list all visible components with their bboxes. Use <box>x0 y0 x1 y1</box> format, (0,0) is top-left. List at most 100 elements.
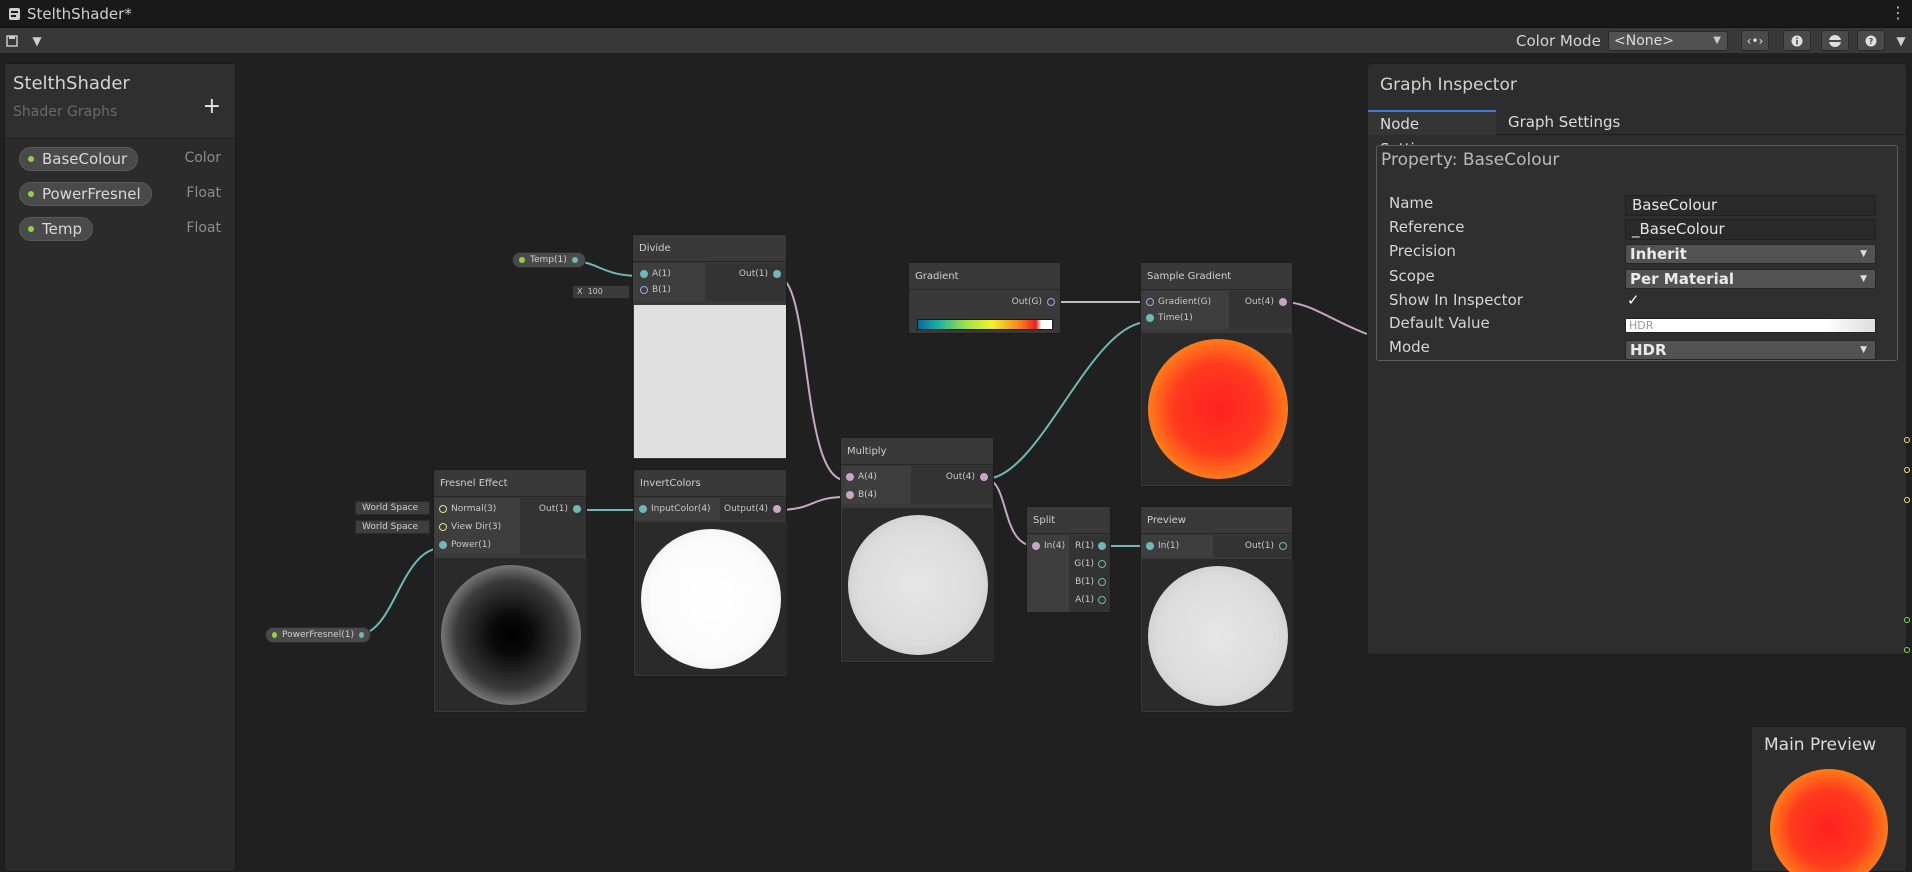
port-icon[interactable] <box>439 505 447 513</box>
port-icon[interactable] <box>439 541 447 549</box>
main-preview-title: Main Preview <box>1764 735 1877 755</box>
default-value-color-field[interactable]: HDR <box>1625 318 1876 333</box>
port-icon[interactable] <box>846 473 854 481</box>
node-preview <box>635 522 787 675</box>
port-icon[interactable] <box>1904 497 1910 503</box>
node-inputs: Normal(3) View Dir(3) Power(1) <box>434 498 520 554</box>
master-stack-edge <box>1902 410 1912 670</box>
property-name: BaseColour <box>42 150 128 168</box>
node-inputs: Gradient(G) Time(1) <box>1141 291 1229 329</box>
preview-node[interactable]: Preview In(1) Out(1) <box>1140 506 1293 713</box>
fresnel-effect-node[interactable]: Fresnel Effect Normal(3) View Dir(3) Pow… <box>433 469 587 713</box>
port-icon[interactable] <box>1904 647 1910 653</box>
temp-property-node[interactable]: Temp(1) <box>512 252 586 268</box>
blackboard-property-row[interactable]: PowerFresnel Float <box>17 180 221 208</box>
precision-label: Precision <box>1389 242 1456 260</box>
port-label: Out(1) <box>1244 541 1274 551</box>
port-icon[interactable] <box>640 286 648 294</box>
precision-value: Inherit <box>1630 245 1687 263</box>
port-icon[interactable] <box>1904 437 1910 443</box>
main-preview-sphere[interactable] <box>1770 769 1888 872</box>
powerfresnel-chip-label: PowerFresnel(1) <box>282 630 354 640</box>
port-label: G(1) <box>1074 559 1094 569</box>
port-icon[interactable] <box>1146 298 1154 306</box>
reference-field[interactable]: _BaseColour <box>1625 219 1876 240</box>
inspector-title: Graph Inspector <box>1380 75 1517 95</box>
port-label: B(1) <box>1075 577 1094 587</box>
blackboard-property-row[interactable]: Temp Float <box>17 215 221 243</box>
invert-colors-node[interactable]: InvertColors InputColor(4) Output(4) <box>633 469 787 677</box>
port-label: View Dir(3) <box>451 522 502 532</box>
world-space-dropdown[interactable]: World Space <box>355 520 430 534</box>
sample-gradient-node[interactable]: Sample Gradient Gradient(G) Time(1) Out(… <box>1140 262 1293 487</box>
show-in-inspector-checkbox[interactable]: ✓ <box>1627 291 1640 309</box>
output-port-icon <box>358 632 364 638</box>
port-icon[interactable] <box>1279 542 1287 550</box>
property-pill[interactable]: PowerFresnel <box>19 182 152 206</box>
port-icon[interactable] <box>1032 542 1040 550</box>
sphere-preview <box>848 515 988 655</box>
output-port-icon <box>571 257 578 263</box>
property-pill[interactable]: BaseColour <box>19 147 139 171</box>
node-inputs: InputColor(4) <box>634 498 720 520</box>
precision-dropdown[interactable]: Inherit ▼ <box>1625 244 1876 264</box>
port-icon[interactable] <box>846 491 854 499</box>
tab-node-settings[interactable]: Node Settings <box>1368 110 1496 158</box>
divide-b-input-field[interactable]: X 100 <box>572 285 630 299</box>
port-label: A(4) <box>858 472 877 482</box>
port-icon[interactable] <box>1098 596 1106 604</box>
port-icon[interactable] <box>1098 560 1106 568</box>
blackboard-property-row[interactable]: BaseColour Color <box>17 145 221 173</box>
port-label: B(1) <box>652 285 671 295</box>
property-settings-box: Property: BaseColour Name BaseColour Ref… <box>1376 145 1898 361</box>
node-inputs: A(1) B(1) <box>633 263 705 301</box>
port-icon[interactable] <box>773 505 781 513</box>
port-label: Out(1) <box>738 269 768 279</box>
main-preview-panel: Main Preview <box>1751 726 1907 872</box>
port-icon[interactable] <box>1279 298 1287 306</box>
powerfresnel-property-node[interactable]: PowerFresnel(1) <box>265 627 371 643</box>
split-node[interactable]: Split In(4) R(1) G(1) B(1) A(1) <box>1026 506 1111 613</box>
node-title: Gradient <box>909 263 1060 290</box>
property-dot-icon <box>272 632 278 638</box>
port-icon[interactable] <box>1146 542 1154 550</box>
port-icon[interactable] <box>639 505 647 513</box>
reference-row: Reference _BaseColour <box>1389 218 1889 240</box>
name-field[interactable]: BaseColour <box>1625 195 1876 216</box>
mode-dropdown[interactable]: HDR ▼ <box>1625 340 1876 360</box>
world-space-dropdown[interactable]: World Space <box>355 501 430 515</box>
port-icon[interactable] <box>640 270 648 278</box>
gradient-node[interactable]: Gradient Out(G) <box>908 262 1061 334</box>
property-type: Float <box>186 185 221 201</box>
graph-inspector-panel: Graph Inspector Node Settings Graph Sett… <box>1367 63 1907 655</box>
port-icon[interactable] <box>980 473 988 481</box>
port-icon[interactable] <box>773 270 781 278</box>
property-name: PowerFresnel <box>42 185 141 203</box>
port-icon[interactable] <box>1904 467 1910 473</box>
scope-row: Scope Per Material ▼ <box>1389 267 1889 289</box>
tab-graph-settings[interactable]: Graph Settings <box>1496 110 1632 135</box>
scope-dropdown[interactable]: Per Material ▼ <box>1625 269 1876 289</box>
port-icon[interactable] <box>1047 298 1055 306</box>
port-icon[interactable] <box>1904 617 1910 623</box>
add-property-icon[interactable]: + <box>203 96 221 118</box>
default-value-label: Default Value <box>1389 314 1490 332</box>
node-title: Sample Gradient <box>1141 263 1292 290</box>
gradient-swatch[interactable] <box>917 319 1053 330</box>
port-icon[interactable] <box>573 505 581 513</box>
node-outputs: Out(4) <box>911 466 993 504</box>
port-label: Gradient(G) <box>1158 297 1212 307</box>
port-icon[interactable] <box>1098 578 1106 586</box>
port-label: InputColor(4) <box>651 504 711 514</box>
port-icon[interactable] <box>1098 542 1106 550</box>
port-icon[interactable] <box>1146 314 1154 322</box>
multiply-node[interactable]: Multiply A(4) B(4) Out(4) <box>840 437 994 663</box>
divide-node[interactable]: Divide A(1) B(1) Out(1) <box>632 234 787 460</box>
property-pill[interactable]: Temp <box>19 217 93 241</box>
node-title: Fresnel Effect <box>434 470 586 497</box>
port-icon[interactable] <box>439 523 447 531</box>
sphere-preview <box>641 529 781 669</box>
sphere-preview <box>1148 339 1288 479</box>
node-preview <box>634 305 786 458</box>
name-row: Name BaseColour <box>1389 194 1889 216</box>
